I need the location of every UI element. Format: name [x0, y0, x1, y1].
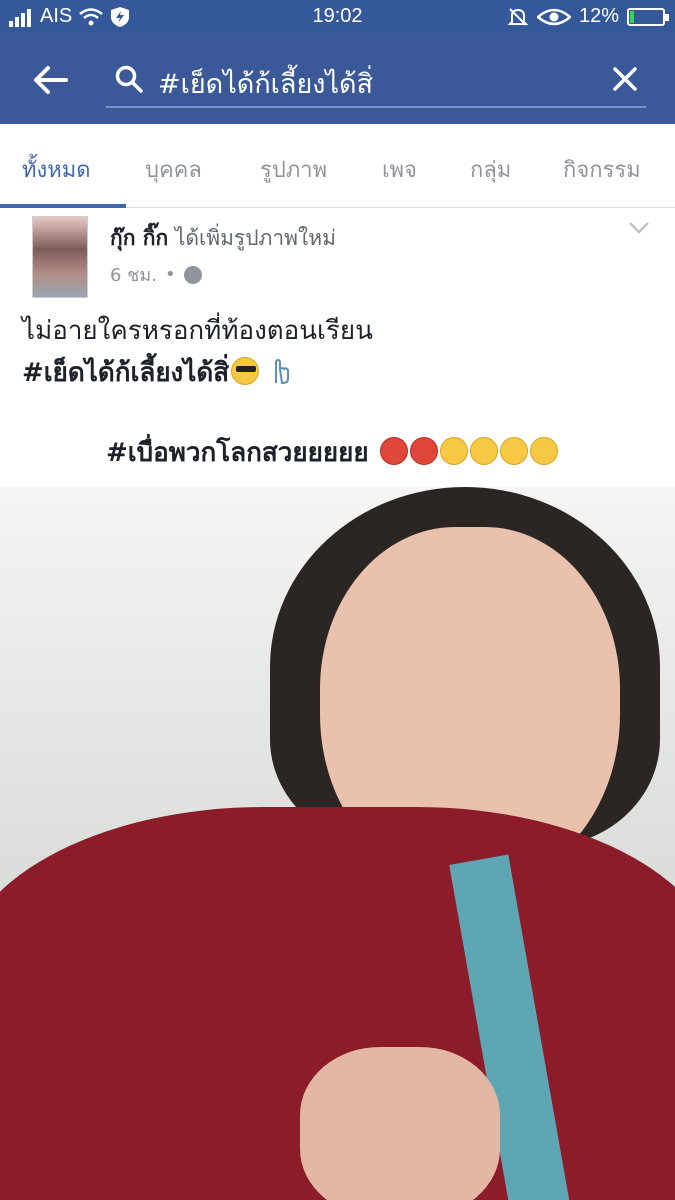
mute-bell-icon [507, 7, 529, 26]
battery-fill [630, 10, 634, 23]
post-author-line: กุ๊ก กิ๊ก ได้เพิ่มรูปภาพใหม่ [110, 222, 336, 255]
smirking-face-emoji-icon [499, 437, 528, 465]
tab-photos[interactable]: รูปภาพ [260, 152, 327, 187]
grimacing-face-emoji-icon [439, 437, 468, 465]
search-header: #เย็ดได้ก้เลี้ยงได้สิ่ [0, 34, 675, 124]
tab-groups[interactable]: กลุ่ม [470, 152, 511, 187]
status-bar: AIS 19:02 12% [0, 0, 675, 34]
search-query: #เย็ดได้ก้เลี้ยงได้สิ่ [158, 69, 374, 100]
post-header: กุ๊ก กิ๊ก ได้เพิ่มรูปภาพใหม่ 6 ชม. • [0, 208, 675, 303]
search-input[interactable]: #เย็ดได้ก้เลี้ยงได้สิ่ [106, 52, 646, 108]
post-line-3: #เบื่อพวกโลกสวยยยยย [106, 432, 558, 473]
meta-dot: • [164, 264, 176, 285]
angry-face-emoji-icon [379, 437, 408, 465]
post-meta: 6 ชม. • [110, 260, 202, 289]
post-time[interactable]: 6 ชม. [110, 260, 157, 289]
hashtag[interactable]: #เย็ดได้ก้เลี้ยงได้สิ่ [22, 358, 229, 388]
photo-hand [300, 1047, 500, 1200]
avatar[interactable] [32, 216, 88, 298]
search-icon [115, 65, 143, 93]
post-line-2: #เย็ดได้ก้เลี้ยงได้สิ่ [22, 352, 662, 394]
tab-events[interactable]: กิจกรรม [563, 152, 641, 187]
eye-icon [536, 8, 571, 25]
tab-all[interactable]: ทั้งหมด [22, 152, 91, 187]
hashtag-2[interactable]: #เบื่อพวกโลกสวยยยยย [106, 438, 369, 468]
angry-face-emoji-icon [409, 437, 438, 465]
post-action: ได้เพิ่มรูปภาพใหม่ [174, 226, 336, 250]
tab-pages[interactable]: เพจ [382, 152, 417, 187]
battery-icon [627, 7, 669, 26]
post-photo[interactable] [0, 487, 675, 1200]
sunglasses-emoji-icon [231, 357, 260, 385]
close-icon[interactable] [610, 64, 640, 94]
globe-icon [183, 265, 202, 284]
smirking-face-emoji-icon [529, 437, 558, 465]
status-right: 12% [507, 5, 669, 28]
tab-people[interactable]: บุคคล [145, 152, 202, 187]
filter-tabs: ทั้งหมด บุคคล รูปภาพ เพจ กลุ่ม กิจกรรม [0, 124, 675, 208]
pointing-hand-icon [275, 358, 290, 385]
post-line-1: ไม่อายใครหรอกที่ท้องตอนเรียน [22, 316, 373, 346]
battery-percent: 12% [578, 5, 619, 27]
chevron-down-icon[interactable] [627, 220, 651, 236]
smirking-face-emoji-icon [469, 437, 498, 465]
post-body: ไม่อายใครหรอกที่ท้องตอนเรียน #เย็ดได้ก้เ… [22, 310, 662, 394]
back-arrow-icon[interactable] [30, 60, 70, 100]
author-name[interactable]: กุ๊ก กิ๊ก [110, 226, 168, 250]
